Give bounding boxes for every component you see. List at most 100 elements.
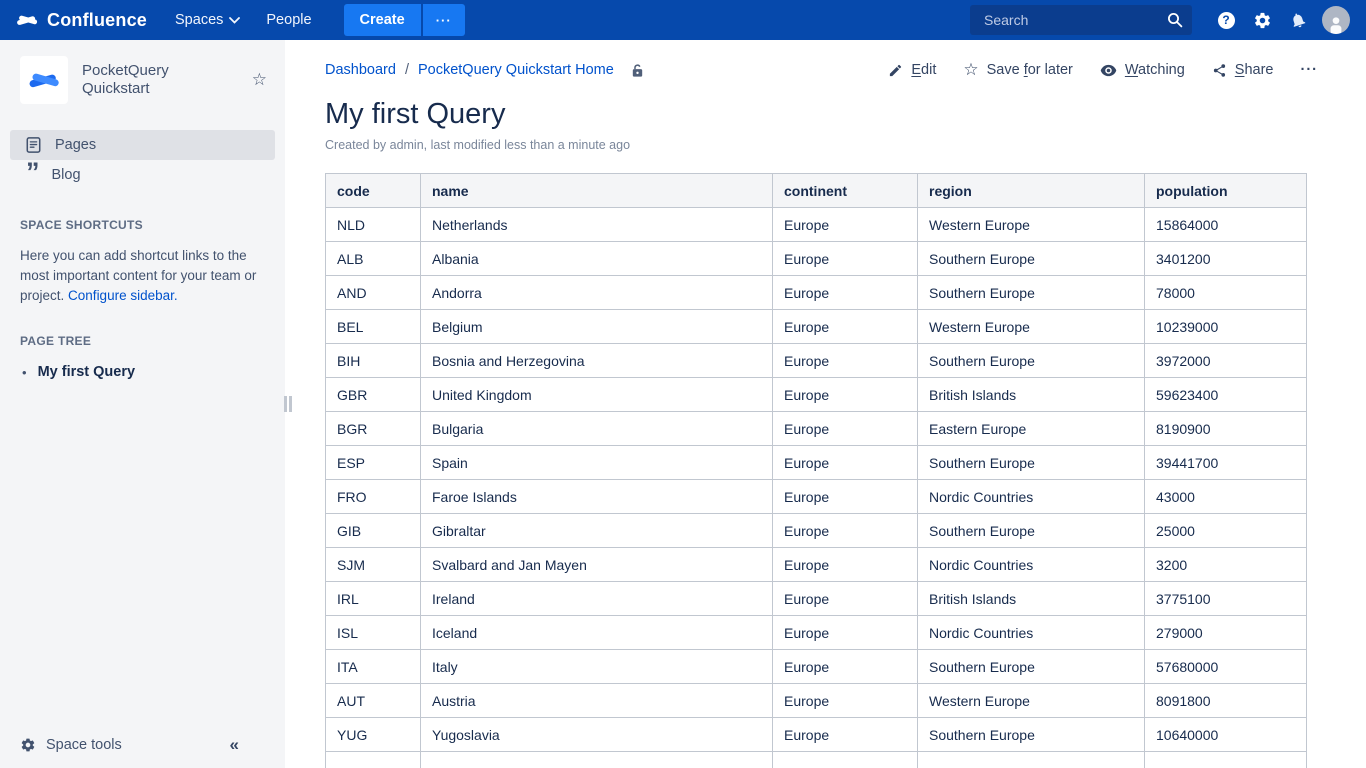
table-cell: Europe <box>773 480 918 514</box>
search-input[interactable] <box>982 11 1167 29</box>
sidebar-item-blog[interactable]: ” Blog <box>10 160 275 190</box>
page-title: My first Query <box>325 95 1366 133</box>
table-cell: 8190900 <box>1145 412 1307 446</box>
spaces-menu[interactable]: Spaces <box>175 12 240 28</box>
sidebar-resize-handle[interactable] <box>284 396 292 412</box>
table-cell: Southern Europe <box>918 446 1145 480</box>
sidebar-item-pages[interactable]: Pages <box>10 130 275 160</box>
table-cell: Iceland <box>421 616 773 650</box>
people-menu[interactable]: People <box>266 12 311 28</box>
space-shortcuts-heading: SPACE SHORTCUTS <box>20 218 285 232</box>
table-cell: AND <box>326 276 421 310</box>
table-cell: FRO <box>326 480 421 514</box>
table-cell: YUG <box>326 718 421 752</box>
table-cell: Albania <box>421 242 773 276</box>
table-cell: Ireland <box>421 582 773 616</box>
table-cell: Svalbard and Jan Mayen <box>421 548 773 582</box>
table-row: AUTAustriaEuropeWestern Europe8091800 <box>326 684 1307 718</box>
table-cell: Europe <box>773 344 918 378</box>
table-cell: 279000 <box>1145 616 1307 650</box>
gear-icon <box>1253 11 1272 30</box>
breadcrumb-separator: / <box>405 62 409 78</box>
create-more-button[interactable]: ··· <box>421 4 465 36</box>
person-icon <box>1326 14 1346 34</box>
table-cell: Bulgaria <box>421 412 773 446</box>
share-button[interactable]: Share <box>1212 62 1274 78</box>
table-cell: Southern Europe <box>918 650 1145 684</box>
table-cell: Netherlands <box>421 208 773 242</box>
table-cell: Europe <box>773 276 918 310</box>
page-content: Dashboard / PocketQuery Quickstart Home … <box>285 40 1366 768</box>
unrestricted-lock-icon[interactable] <box>630 63 645 78</box>
settings-button[interactable] <box>1244 11 1280 30</box>
table-cell: GBR <box>326 378 421 412</box>
search-box[interactable] <box>970 5 1192 35</box>
table-row: YUGYugoslaviaEuropeSouthern Europe106400… <box>326 718 1307 752</box>
bell-icon <box>1287 9 1310 32</box>
table-cell: Europe <box>773 548 918 582</box>
table-row: IRLIrelandEuropeBritish Islands3775100 <box>326 582 1307 616</box>
help-button[interactable]: ? <box>1208 12 1244 29</box>
table-cell: Europe <box>773 446 918 480</box>
confluence-home-link[interactable]: Confluence <box>16 9 147 31</box>
table-cell: 3972000 <box>1145 344 1307 378</box>
create-split-button: Create ··· <box>344 4 465 36</box>
space-name-link[interactable]: PocketQuery Quickstart <box>82 62 238 98</box>
more-actions-button[interactable]: ··· <box>1301 62 1319 78</box>
table-cell: BIH <box>326 344 421 378</box>
column-header-name: name <box>421 174 773 208</box>
table-cell: 57680000 <box>1145 650 1307 684</box>
table-cell <box>918 752 1145 768</box>
space-tools-menu[interactable]: Space tools « <box>0 722 285 768</box>
table-cell: 3775100 <box>1145 582 1307 616</box>
table-cell: 39441700 <box>1145 446 1307 480</box>
table-cell: BEL <box>326 310 421 344</box>
save-for-later-button[interactable]: ☆ Save for later <box>963 62 1073 78</box>
table-cell: Gibraltar <box>421 514 773 548</box>
space-logo[interactable] <box>20 56 68 104</box>
create-button[interactable]: Create <box>344 4 421 36</box>
sidebar-item-label: Blog <box>52 167 81 183</box>
configure-sidebar-link[interactable]: Configure sidebar. <box>68 288 178 303</box>
table-row: ESPSpainEuropeSouthern Europe39441700 <box>326 446 1307 480</box>
blog-quote-icon: ” <box>26 168 38 182</box>
breadcrumb-dashboard-link[interactable]: Dashboard <box>325 62 396 78</box>
table-cell: Western Europe <box>918 684 1145 718</box>
bullet-icon: • <box>22 365 27 380</box>
user-avatar[interactable] <box>1322 6 1350 34</box>
page-byline: Created by admin, last modified less tha… <box>325 138 1366 152</box>
column-header-continent: continent <box>773 174 918 208</box>
table-cell <box>1145 752 1307 768</box>
notifications-button[interactable] <box>1280 11 1316 29</box>
table-cell: Europe <box>773 582 918 616</box>
table-cell: Europe <box>773 684 918 718</box>
collapse-sidebar-button[interactable]: « <box>230 735 239 755</box>
watching-button[interactable]: Watching <box>1100 62 1185 78</box>
table-header-row: codenamecontinentregionpopulation <box>326 174 1307 208</box>
table-cell: SJM <box>326 548 421 582</box>
table-cell: Nordic Countries <box>918 480 1145 514</box>
table-cell: Southern Europe <box>918 344 1145 378</box>
table-cell: Southern Europe <box>918 276 1145 310</box>
table-cell <box>326 752 421 768</box>
table-cell: 3401200 <box>1145 242 1307 276</box>
page-tree-item-current[interactable]: • My first Query <box>22 364 285 380</box>
table-cell: Europe <box>773 650 918 684</box>
help-icon: ? <box>1218 12 1235 29</box>
space-header: PocketQuery Quickstart ☆ <box>0 56 285 104</box>
favourite-star-icon[interactable]: ☆ <box>252 70 267 90</box>
space-shortcuts-text: Here you can add shortcut links to the m… <box>20 246 262 306</box>
table-cell: AUT <box>326 684 421 718</box>
table-cell: ALB <box>326 242 421 276</box>
page-tree-heading: PAGE TREE <box>20 334 285 348</box>
edit-button[interactable]: Edit <box>888 62 936 78</box>
table-cell: Southern Europe <box>918 514 1145 548</box>
breadcrumb-parent-link[interactable]: PocketQuery Quickstart Home <box>418 62 614 78</box>
table-cell: Italy <box>421 650 773 684</box>
breadcrumb: Dashboard / PocketQuery Quickstart Home <box>325 62 645 78</box>
table-cell: 43000 <box>1145 480 1307 514</box>
column-header-population: population <box>1145 174 1307 208</box>
table-cell: ISL <box>326 616 421 650</box>
table-cell: Europe <box>773 718 918 752</box>
table-row: BIHBosnia and HerzegovinaEuropeSouthern … <box>326 344 1307 378</box>
